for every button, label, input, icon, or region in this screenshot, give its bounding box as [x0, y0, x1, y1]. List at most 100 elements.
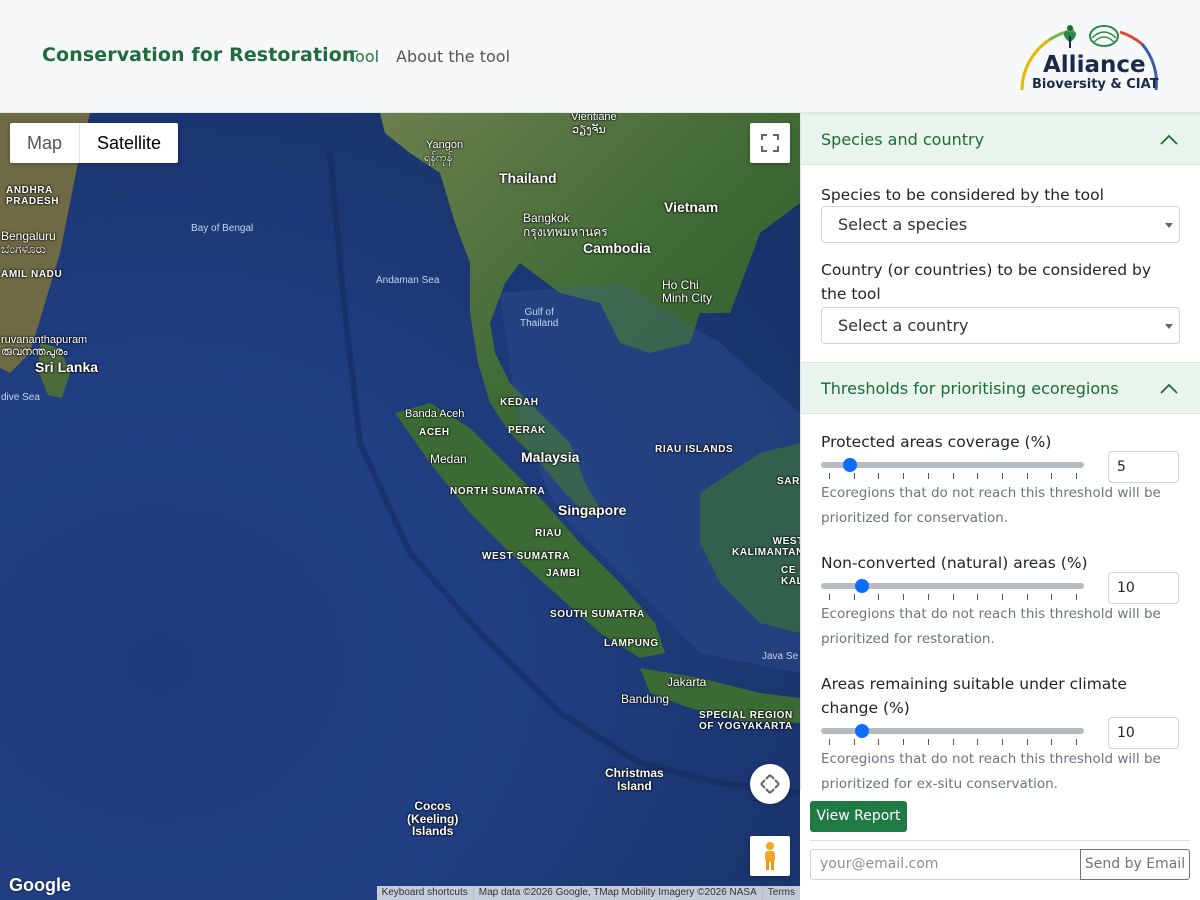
country-select[interactable]: Select a country	[821, 307, 1180, 344]
slider-tick	[952, 739, 954, 745]
slider-tick	[903, 594, 905, 600]
view-report-button[interactable]: View Report	[810, 801, 907, 832]
terms-link[interactable]: Terms	[761, 886, 800, 900]
slider-tick	[1076, 594, 1077, 600]
slider-tick	[927, 473, 929, 479]
divider	[810, 840, 1190, 841]
nav-link-about[interactable]: About the tool	[396, 47, 510, 66]
species-section-body: Species to be considered by the tool Sel…	[801, 165, 1200, 362]
map-label-thailand: Thailand	[499, 170, 557, 186]
satellite-map[interactable]: Map Satellite Vientiane ວຽງຈັນ Yangon ရန…	[0, 113, 800, 900]
camera-control-button[interactable]	[750, 764, 790, 804]
slider-tick	[1026, 594, 1028, 600]
slider-label: Areas remaining suitable under climate c…	[821, 675, 1127, 717]
map-type-map-button[interactable]: Map	[10, 123, 81, 163]
threshold-climate-suitable: Areas remaining suitable under climate c…	[821, 672, 1180, 790]
map-label-malaysia: Malaysia	[521, 449, 580, 465]
fullscreen-button[interactable]	[750, 123, 790, 163]
email-input[interactable]: your@email.com	[810, 849, 1082, 880]
map-label-sri-lanka: Sri Lanka	[35, 359, 99, 375]
chevron-up-icon	[1160, 383, 1178, 394]
map-label-singapore: Singapore	[558, 502, 627, 518]
caret-down-icon	[1165, 324, 1173, 329]
map-label-tamil-nadu: AMIL NADU	[1, 269, 63, 280]
slider-row: 10	[821, 717, 1180, 758]
map-label-south-sumatra: SOUTH SUMATRA	[550, 609, 645, 620]
slider-tick	[878, 594, 880, 600]
accordion-title: Thresholds for prioritising ecoregions	[821, 379, 1119, 398]
map-label-banda-aceh: Banda Aceh	[405, 408, 465, 420]
map-label-kal: CE KAL	[781, 565, 800, 587]
threshold-number-input[interactable]: 5	[1108, 451, 1179, 483]
slider-row: 5	[821, 451, 1180, 492]
slider-tick	[829, 473, 830, 479]
map-label-vientiane-local: ວຽງຈັນ	[572, 124, 606, 136]
chevron-up-icon	[1160, 134, 1178, 145]
logo-subtitle: Bioversity & CIAT	[1032, 77, 1159, 92]
google-logo: Google	[9, 875, 71, 895]
slider-thumb[interactable]	[854, 724, 869, 738]
logo-title: Alliance	[1043, 52, 1146, 78]
map-data-attribution: Map data ©2026 Google, TMap Mobility Ima…	[472, 886, 762, 900]
species-select[interactable]: Select a species	[821, 206, 1180, 243]
slider-track[interactable]	[821, 462, 1084, 468]
pan-arrows-icon	[760, 774, 780, 794]
nav-link-tool[interactable]: Tool	[348, 47, 379, 66]
map-label-aceh: ACEH	[419, 427, 450, 438]
slider-ticks	[829, 594, 1077, 600]
slider-tick	[1076, 739, 1077, 745]
map-type-control: Map Satellite	[10, 123, 179, 163]
threshold-protected-areas: Protected areas coverage (%) 5 Ecoregion…	[821, 430, 1180, 531]
threshold-natural-areas: Non-converted (natural) areas (%) 10 Eco…	[821, 551, 1180, 652]
slider-thumb[interactable]	[843, 458, 858, 472]
slider-tick	[927, 594, 929, 600]
map-label-sar: SAR	[777, 476, 800, 487]
country-label: Country (or countries) to be considered …	[821, 261, 1152, 303]
map-label-riau: RIAU	[535, 528, 562, 539]
street-view-pegman[interactable]	[750, 836, 790, 876]
map-label-yangon: Yangon	[426, 139, 464, 151]
map-label-cambodia: Cambodia	[583, 240, 651, 256]
slider-row: 10	[821, 572, 1180, 613]
slider-tick	[977, 594, 979, 600]
brand-title[interactable]: Conservation for Restoration	[42, 44, 356, 66]
settings-panel: Species and country Species to be consid…	[800, 113, 1200, 790]
map-label-vietnam: Vietnam	[664, 199, 719, 215]
slider-tick	[853, 739, 855, 745]
slider-tick	[853, 594, 855, 600]
pegman-icon	[765, 842, 775, 870]
map-type-satellite-button[interactable]: Satellite	[80, 123, 178, 163]
map-label-thiruvananthapuram-local: രുവനന്തപുരം	[1, 346, 68, 358]
keyboard-shortcuts-link[interactable]: Keyboard shortcuts	[377, 886, 473, 900]
slider-tick	[927, 739, 929, 745]
map-label-bangkok: Bangkok	[523, 211, 570, 225]
thresholds-section-body: Protected areas coverage (%) 5 Ecoregion…	[801, 414, 1200, 790]
slider-tick	[952, 594, 954, 600]
fullscreen-icon	[761, 134, 779, 152]
app-header: Conservation for Restoration Tool About …	[0, 0, 1200, 113]
map-label-bay-of-bengal: Bay of Bengal	[191, 223, 254, 234]
map-label-yogyakarta: SPECIAL REGION OF YOGYAKARTA	[699, 710, 793, 732]
map-label-medan: Medan	[430, 452, 467, 466]
slider-tick	[878, 473, 880, 479]
send-by-email-button[interactable]: Send by Email	[1080, 849, 1190, 880]
threshold-number-input[interactable]: 10	[1108, 572, 1179, 604]
slider-ticks	[829, 739, 1077, 745]
map-label-cocos-islands: Cocos (Keeling) Islands	[407, 799, 459, 839]
map-label-christmas-island: Christmas Island	[605, 766, 664, 793]
map-label-kedah: KEDAH	[500, 397, 539, 408]
map-label-lampung: LAMPUNG	[604, 638, 659, 649]
slider-tick	[829, 739, 830, 745]
map-label-riau-islands: RIAU ISLANDS	[655, 444, 734, 455]
accordion-title: Species and country	[821, 130, 985, 149]
country-select-value: Select a country	[838, 316, 969, 335]
slider-tick	[1001, 739, 1003, 745]
slider-tick	[977, 739, 979, 745]
slider-thumb[interactable]	[854, 579, 869, 593]
threshold-number-input[interactable]: 10	[1108, 717, 1179, 749]
slider-tick	[878, 739, 880, 745]
species-label: Species to be considered by the tool	[821, 186, 1104, 204]
accordion-thresholds[interactable]: Thresholds for prioritising ecoregions	[801, 362, 1200, 414]
slider-tick	[1051, 739, 1053, 745]
accordion-species-country[interactable]: Species and country	[801, 113, 1200, 165]
